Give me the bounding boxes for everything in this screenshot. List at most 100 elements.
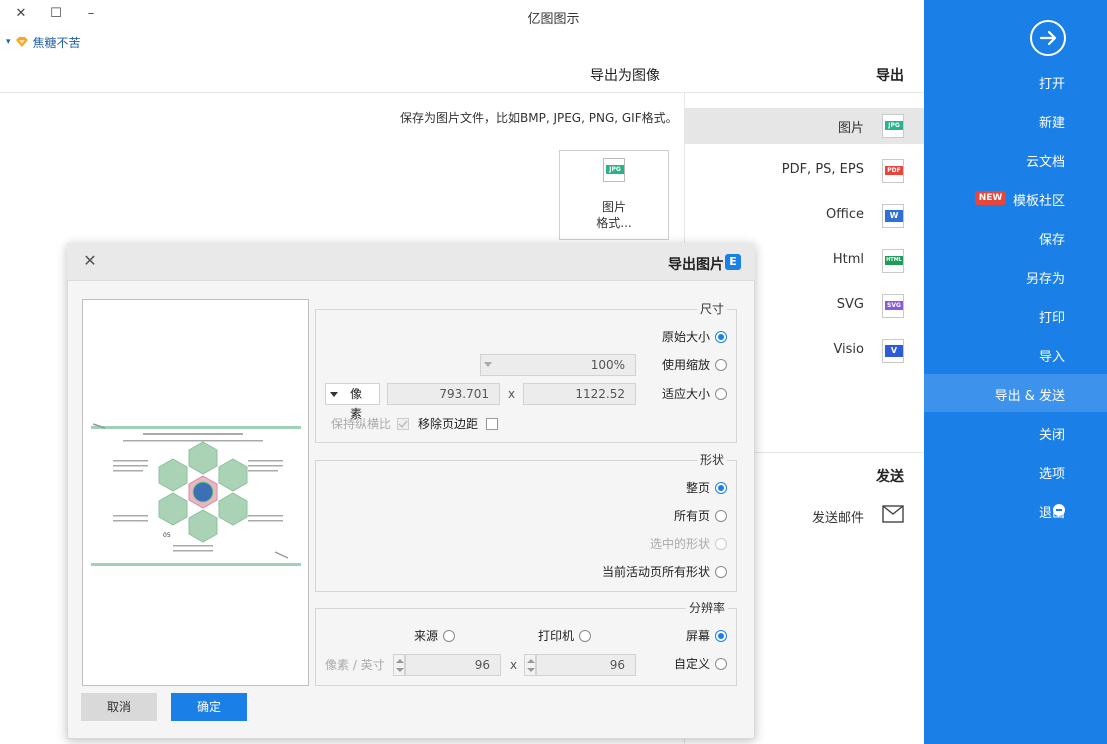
remove-margin-checkbox[interactable] <box>486 418 498 430</box>
pdf-file-icon: PDF <box>882 159 904 183</box>
screen-radio[interactable] <box>715 630 727 642</box>
screen-label: 屏幕 <box>686 629 711 643</box>
original-size-radio[interactable] <box>715 331 727 343</box>
shape-legend: 形状 <box>697 451 728 468</box>
resolution-legend: 分辨率 <box>686 599 729 616</box>
fit-size-label: 适应大小 <box>662 387 711 401</box>
ok-button[interactable]: 确定 <box>171 693 247 721</box>
printer-radio[interactable] <box>579 630 591 642</box>
menu-item-print[interactable]: 打印 <box>924 296 1107 334</box>
header-divider <box>0 92 924 93</box>
menu-item-label: 导入 <box>1038 350 1065 365</box>
export-type-label: Html <box>832 252 864 267</box>
svg-file-icon: SVG <box>882 294 904 318</box>
send-header: 发送 <box>876 469 904 485</box>
original-size-label: 原始大小 <box>662 330 711 344</box>
menu-item-label: 关闭 <box>1038 428 1065 443</box>
email-send-icon <box>882 505 904 523</box>
chevron-down-icon: ▾ <box>6 37 11 47</box>
menu-item-new[interactable]: 新建 <box>924 101 1107 139</box>
menu-item-save[interactable]: 保存 <box>924 218 1107 256</box>
export-type-label: PDF, PS, EPS <box>781 162 864 177</box>
menu-item-label: 打开 <box>1038 77 1065 92</box>
file-tag: SVG <box>885 301 903 310</box>
selected-shapes-radio[interactable] <box>715 538 727 550</box>
use-zoom-radio[interactable] <box>715 359 727 371</box>
vip-diamond-icon <box>15 36 29 48</box>
export-image-header: 导出为图像 <box>590 68 660 84</box>
word-file-icon: W <box>882 204 904 228</box>
menu-item-label: 模板社区 <box>1012 194 1065 209</box>
new-badge: NEW <box>975 191 1006 205</box>
menu-item-close[interactable]: 关闭 <box>924 413 1107 451</box>
height-input[interactable]: 793.701 <box>387 383 500 405</box>
menu-item-label: 新建 <box>1038 116 1065 131</box>
image-format-card-label: 图片 格式... <box>559 199 669 231</box>
export-type-label: Office <box>826 207 864 222</box>
jpg-file-icon: JPG <box>882 114 904 138</box>
menu-item-label: 保存 <box>1038 233 1065 248</box>
all-pages-label: 所有页 <box>674 509 711 523</box>
app-logo-icon: E <box>725 254 741 270</box>
size-x-separator: x <box>508 387 516 401</box>
menu-item-import[interactable]: 导入 <box>924 335 1107 373</box>
menu-item-label: 导出 & 发送 <box>994 389 1065 404</box>
chevron-down-icon <box>330 392 338 397</box>
username: 焦糖不苦 <box>32 35 81 50</box>
user-menu[interactable]: ▾ 焦糖不苦 <box>6 34 81 50</box>
source-radio[interactable] <box>443 630 455 642</box>
cancel-button[interactable]: 取消 <box>81 693 157 721</box>
custom-label: 自定义 <box>674 657 711 671</box>
export-preview: 05 <box>82 299 309 686</box>
export-type-label: SVG <box>836 297 864 312</box>
active-page-shapes-radio[interactable] <box>715 566 727 578</box>
jpg-file-icon: JPG <box>603 158 625 182</box>
menu-item-label: 云文档 <box>1025 155 1065 170</box>
dpi-x-input[interactable]: 96 <box>536 654 636 676</box>
export-type-office[interactable]: Office W <box>685 198 924 234</box>
close-window-button[interactable]: ✕ <box>13 6 29 22</box>
export-image-description: 保存为图片文件，比如BMP, JPEG, PNG, GIF格式。 <box>400 111 678 125</box>
whole-page-radio[interactable] <box>715 482 727 494</box>
source-label: 来源 <box>414 629 439 643</box>
menu-item-save-as[interactable]: 另存为 <box>924 257 1107 295</box>
width-input[interactable]: 1122.52 <box>523 383 636 405</box>
export-type-label: Visio <box>833 342 864 357</box>
minimize-window-button[interactable]: – <box>83 6 99 22</box>
fit-size-radio[interactable] <box>715 388 727 400</box>
zoom-select[interactable]: 100% <box>480 354 636 376</box>
thumbnail-center-label: 05 <box>163 532 171 539</box>
export-header: 导出 <box>876 68 904 84</box>
export-type-pdf[interactable]: PDF, PS, EPS PDF <box>685 153 924 189</box>
dialog-header <box>67 243 755 281</box>
check-icon <box>398 420 408 429</box>
card-label-line2: 格式... <box>596 216 632 230</box>
maximize-window-button[interactable]: ☐ <box>48 6 64 22</box>
menu-item-label: 打印 <box>1038 311 1065 326</box>
export-type-image[interactable]: 图片 JPG <box>685 108 924 144</box>
dialog-title: 导出图片 <box>668 257 724 273</box>
file-tag: PDF <box>885 166 903 175</box>
custom-radio[interactable] <box>715 658 727 670</box>
menu-item-exit[interactable]: 退出 <box>924 491 1107 529</box>
keep-ratio-checkbox[interactable] <box>397 418 409 430</box>
menu-item-export-send[interactable]: 导出 & 发送 <box>924 374 1107 412</box>
html-file-icon: HTML <box>882 249 904 273</box>
file-tag: HTML <box>885 256 903 265</box>
menu-item-options[interactable]: 选项 <box>924 452 1107 490</box>
menu-item-template-community[interactable]: 模板社区 <box>924 179 1107 217</box>
exit-icon <box>1053 504 1065 516</box>
menu-item-open[interactable]: 打开 <box>924 62 1107 100</box>
dialog-close-icon[interactable]: ✕ <box>82 253 98 269</box>
menu-item-label: 另存为 <box>1025 272 1065 287</box>
dpi-y-input[interactable]: 96 <box>405 654 501 676</box>
size-legend: 尺寸 <box>697 300 728 317</box>
dpi-x-stepper[interactable] <box>524 654 536 676</box>
menu-item-cloud-docs[interactable]: 云文档 <box>924 140 1107 178</box>
file-tag: W <box>885 210 903 222</box>
send-email-label: 发送邮件 <box>811 511 864 526</box>
file-tag: V <box>885 345 903 357</box>
all-pages-radio[interactable] <box>715 510 727 522</box>
back-button[interactable] <box>1030 20 1066 56</box>
dpi-y-stepper[interactable] <box>393 654 405 676</box>
